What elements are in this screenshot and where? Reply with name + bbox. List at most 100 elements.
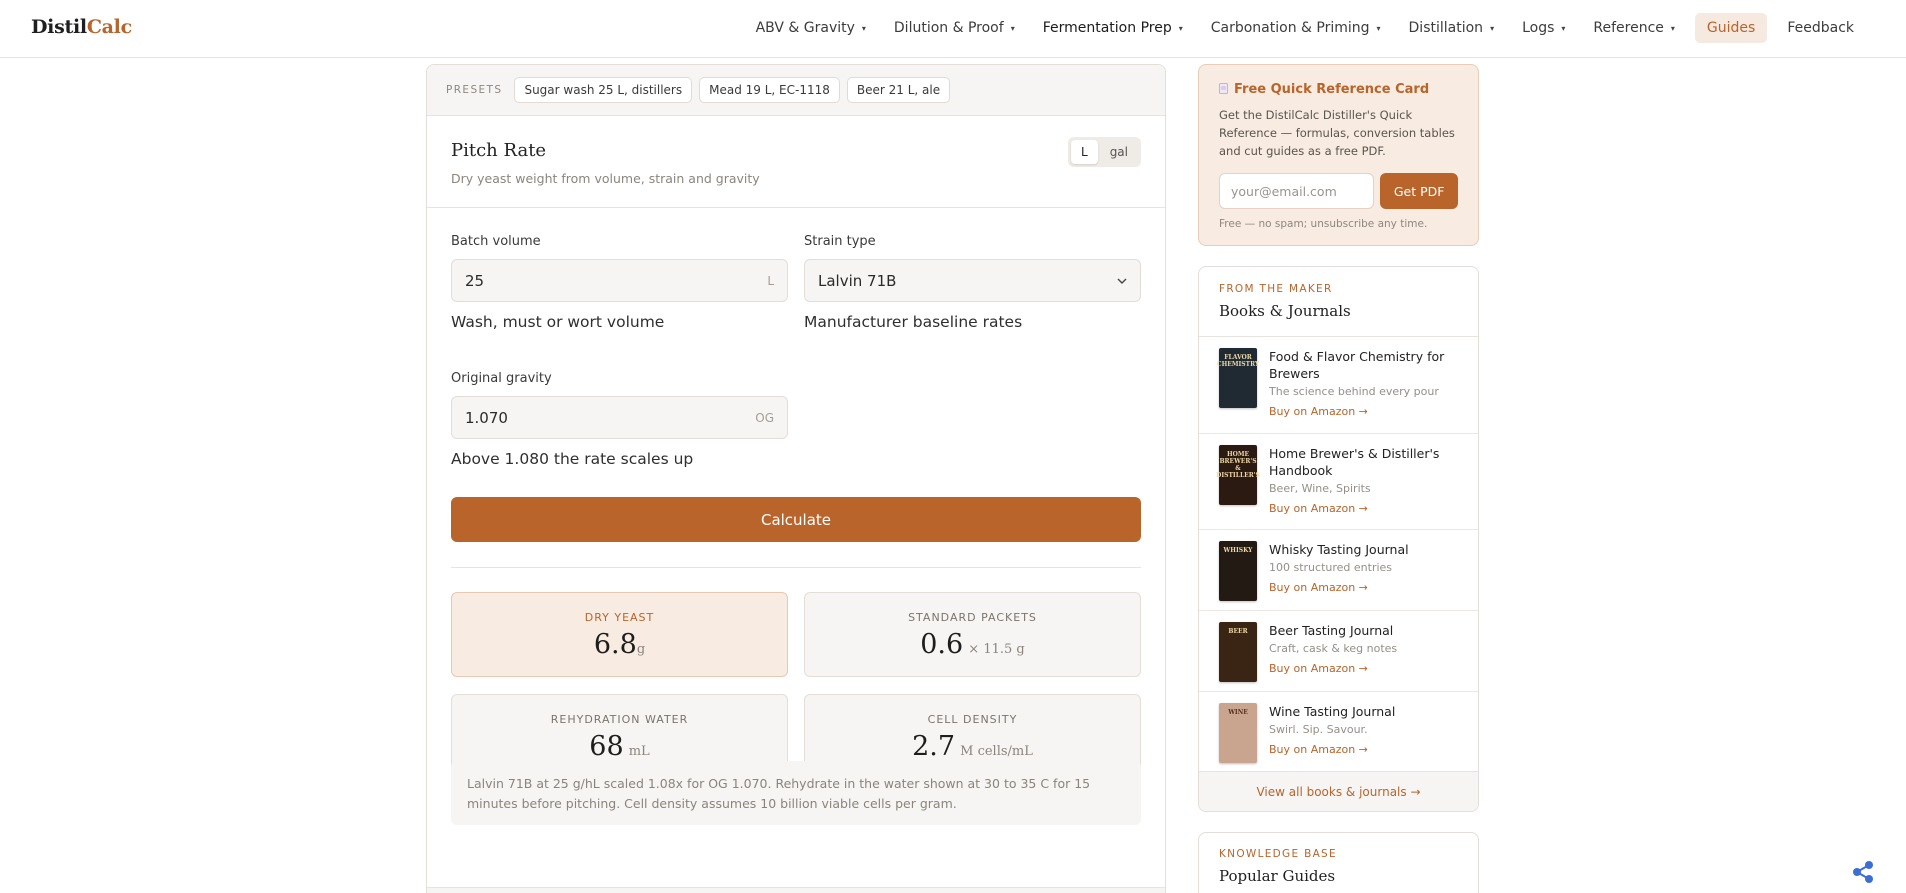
buy-on-amazon-link[interactable]: Buy on Amazon → xyxy=(1269,743,1368,756)
book-item[interactable]: HOME BREWER'S & DISTILLER'S Home Brewer'… xyxy=(1199,434,1478,530)
unit-liters-button[interactable]: L xyxy=(1071,140,1098,164)
books-title: Books & Journals xyxy=(1219,302,1351,320)
book-cover-image: BEER xyxy=(1219,622,1257,682)
book-cover-image: WINE xyxy=(1219,703,1257,763)
books-header: FROM THE MAKER Books & Journals xyxy=(1199,267,1478,337)
caret-down-icon: ▾ xyxy=(1178,23,1183,33)
original-gravity-field: Original gravity 1.070 OG Above 1.080 th… xyxy=(451,371,788,468)
knowledge-eyebrow: KNOWLEDGE BASE xyxy=(1219,848,1337,860)
promo-text: Get the DistilCalc Distiller's Quick Ref… xyxy=(1219,108,1455,158)
buy-on-amazon-link[interactable]: Buy on Amazon → xyxy=(1269,502,1368,515)
nav-label: Carbonation & Priming xyxy=(1210,20,1370,36)
result-label: DRY YEAST xyxy=(584,611,655,624)
nav-label: ABV & Gravity xyxy=(755,20,855,36)
standard-packets-result: STANDARD PACKETS 0.6 × 11.5 g xyxy=(804,592,1141,677)
book-title: Home Brewer's & Distiller's Handbook xyxy=(1269,446,1440,478)
standard-packets-unit: × 11.5 g xyxy=(968,642,1025,657)
nav-abv-gravity[interactable]: ABV & Gravity ▾ xyxy=(742,13,880,43)
book-item[interactable]: WINE Wine Tasting Journal Swirl. Sip. Sa… xyxy=(1199,692,1478,774)
book-title: Food & Flavor Chemistry for Brewers xyxy=(1269,349,1445,381)
original-gravity-input[interactable]: 1.070 OG xyxy=(451,396,788,439)
book-title: Wine Tasting Journal xyxy=(1269,704,1396,719)
book-title: Beer Tasting Journal xyxy=(1269,623,1394,638)
calculator-form: Batch volume 25 L Wash, must or wort vol… xyxy=(427,208,1165,825)
standard-packets-value: 0.6 xyxy=(920,629,964,660)
book-cover-image: WHISKY xyxy=(1219,541,1257,601)
batch-volume-input[interactable]: 25 L xyxy=(451,259,788,302)
calculator-subtitle: Dry yeast weight from volume, strain and… xyxy=(451,171,760,186)
buy-on-amazon-link[interactable]: Buy on Amazon → xyxy=(1269,405,1368,418)
book-description: Craft, cask & keg notes xyxy=(1269,642,1398,655)
strain-type-value: Lalvin 71B xyxy=(818,271,897,290)
book-item[interactable]: FLAVOR CHEMISTRY Food & Flavor Chemistry… xyxy=(1199,337,1478,434)
calculate-button[interactable]: Calculate xyxy=(451,497,1141,542)
dry-yeast-unit: g xyxy=(636,642,646,657)
nav-label: Reference xyxy=(1593,20,1664,36)
email-input[interactable]: your@email.com xyxy=(1219,173,1375,209)
promo-title: Free Quick Reference Card xyxy=(1219,82,1458,97)
presets-label: PRESETS xyxy=(446,84,503,96)
view-all-books-link[interactable]: View all books & journals → xyxy=(1199,771,1478,811)
caret-down-icon: ▾ xyxy=(1670,23,1675,33)
book-cover-image: FLAVOR CHEMISTRY xyxy=(1217,348,1259,408)
book-item[interactable]: WHISKY Whisky Tasting Journal 100 struct… xyxy=(1199,530,1478,611)
nav-dilution-proof[interactable]: Dilution & Proof ▾ xyxy=(880,13,1029,43)
nav-carbonation-priming[interactable]: Carbonation & Priming ▾ xyxy=(1197,13,1395,43)
batch-volume-value: 25 xyxy=(465,271,485,290)
original-gravity-label: Original gravity xyxy=(451,371,552,386)
book-info: Food & Flavor Chemistry for Brewers The … xyxy=(1269,348,1458,433)
result-label: STANDARD PACKETS xyxy=(908,611,1037,624)
batch-volume-field: Batch volume 25 L Wash, must or wort vol… xyxy=(451,234,788,331)
calculator-header: Pitch Rate Dry yeast weight from volume,… xyxy=(427,116,1165,208)
nav-fermentation-prep[interactable]: Fermentation Prep ▾ xyxy=(1029,13,1197,43)
result-value: 0.6 × 11.5 g xyxy=(805,629,1140,660)
nav-label: Dilution & Proof xyxy=(893,20,1004,36)
preset-mead[interactable]: Mead 19 L, EC-1118 xyxy=(699,77,840,103)
buy-on-amazon-link[interactable]: Buy on Amazon → xyxy=(1269,581,1368,594)
strain-type-label: Strain type xyxy=(804,234,876,249)
buy-on-amazon-link[interactable]: Buy on Amazon → xyxy=(1269,662,1368,675)
book-description: Beer, Wine, Spirits xyxy=(1269,482,1371,495)
nav-feedback[interactable]: Feedback xyxy=(1773,13,1868,43)
book-info: Beer Tasting Journal Craft, cask & keg n… xyxy=(1269,622,1458,691)
result-label: CELL DENSITY xyxy=(927,713,1018,726)
caret-down-icon: ▾ xyxy=(1490,23,1495,33)
pitch-rate-calculator-card: PRESETS Sugar wash 25 L, distillers Mead… xyxy=(426,64,1166,893)
nav-distillation[interactable]: Distillation ▾ xyxy=(1395,13,1509,43)
unit-toggle: L gal xyxy=(1068,137,1141,167)
calculator-footer xyxy=(427,887,1165,893)
original-gravity-help: Above 1.080 the rate scales up xyxy=(451,450,694,468)
strain-type-select[interactable]: Lalvin 71B xyxy=(804,259,1141,302)
book-title: Whisky Tasting Journal xyxy=(1269,542,1409,557)
book-info: Wine Tasting Journal Swirl. Sip. Savour.… xyxy=(1269,703,1458,774)
batch-volume-help: Wash, must or wort volume xyxy=(451,313,665,331)
original-gravity-unit: OG xyxy=(755,410,774,425)
book-description: Swirl. Sip. Savour. xyxy=(1269,723,1368,736)
nav-label: Logs xyxy=(1522,20,1555,36)
result-value: 68 mL xyxy=(452,731,787,762)
nav-guides[interactable]: Guides xyxy=(1694,13,1768,43)
rehydration-water-unit: mL xyxy=(628,744,650,759)
site-logo[interactable]: DistilCalc xyxy=(31,16,132,38)
get-pdf-button[interactable]: Get PDF xyxy=(1380,173,1458,209)
batch-volume-label: Batch volume xyxy=(451,234,541,249)
nav-label: Distillation xyxy=(1408,20,1484,36)
strain-type-field: Strain type Lalvin 71B Manufacturer base… xyxy=(804,234,1141,331)
book-description: 100 structured entries xyxy=(1269,561,1393,574)
calculation-note: Lalvin 71B at 25 g/hL scaled 1.08x for O… xyxy=(451,761,1141,825)
nav-logs[interactable]: Logs ▾ xyxy=(1508,13,1579,43)
strain-type-help: Manufacturer baseline rates xyxy=(804,313,1023,331)
unit-gallons-button[interactable]: gal xyxy=(1100,140,1138,164)
promo-fine-print: Free — no spam; unsubscribe any time. xyxy=(1219,218,1428,230)
knowledge-title: Popular Guides xyxy=(1219,867,1336,885)
book-item[interactable]: BEER Beer Tasting Journal Craft, cask & … xyxy=(1199,611,1478,692)
books-eyebrow: FROM THE MAKER xyxy=(1219,283,1333,295)
preset-sugar-wash[interactable]: Sugar wash 25 L, distillers xyxy=(514,77,693,103)
share-icon[interactable] xyxy=(1848,857,1878,887)
dry-yeast-value: 6.8 xyxy=(593,629,637,660)
sidebar: Free Quick Reference Card Get the Distil… xyxy=(1198,64,1479,893)
preset-beer[interactable]: Beer 21 L, ale xyxy=(846,77,951,103)
book-info: Whisky Tasting Journal 100 structured en… xyxy=(1269,541,1458,610)
nav-reference[interactable]: Reference ▾ xyxy=(1579,13,1689,43)
nav-label: Fermentation Prep xyxy=(1042,20,1172,36)
